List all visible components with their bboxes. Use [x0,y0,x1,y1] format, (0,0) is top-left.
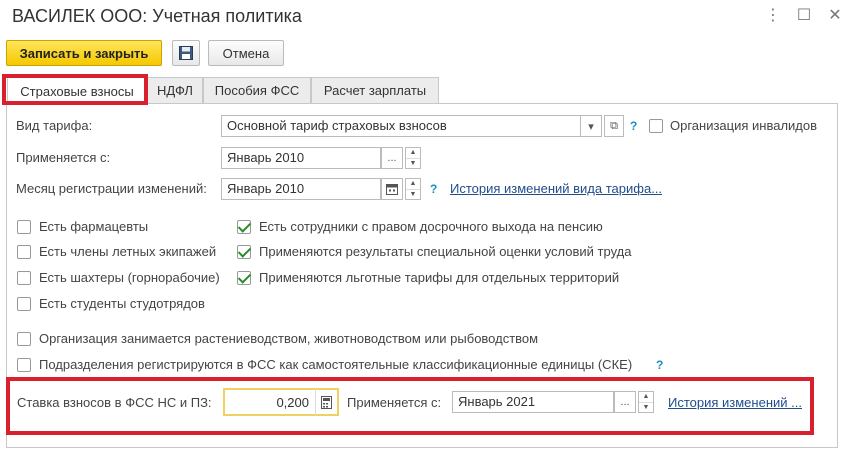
students-checkbox[interactable] [17,297,31,311]
spin-up-icon[interactable]: ▲ [406,179,420,189]
applies-from-label: Применяется с: [16,150,111,165]
flight-crew-label: Есть члены летных экипажей [39,244,217,259]
tab-fss-benefits[interactable]: Пособия ФСС [203,77,311,103]
territory-tariffs-label: Применяются льготные тарифы для отдельны… [259,270,620,285]
miners-label: Есть шахтеры (горнорабочие) [39,270,220,285]
tariff-history-link[interactable]: История изменений вида тарифа... [450,181,662,197]
early-retirement-checkbox[interactable] [237,220,251,234]
reg-month-input[interactable]: Январь 2010 [221,178,381,200]
disabled-org-checkbox[interactable] [649,119,663,133]
spin-down-icon[interactable]: ▼ [406,189,420,200]
pharmacists-label: Есть фармацевты [39,219,149,234]
fss-highlight-box [6,377,814,435]
early-retirement-label: Есть сотрудники с правом досрочного выхо… [259,219,603,234]
applies-from-input[interactable]: Январь 2010 [221,147,381,169]
territory-tariffs-checkbox[interactable] [237,271,251,285]
flight-crew-checkbox[interactable] [17,245,31,259]
reg-month-spinner[interactable]: ▲ ▼ [405,178,421,200]
spin-up-icon[interactable]: ▲ [406,148,420,158]
tab-highlight-box [2,74,148,105]
tab-ndfl[interactable]: НДФЛ [147,77,203,103]
window-title: ВАСИЛЕК ООО: Учетная политика [12,6,302,26]
applies-from-select-button[interactable]: ... [381,147,403,169]
tariff-dropdown-icon[interactable]: ▾ [580,115,602,137]
special-assessment-checkbox[interactable] [237,245,251,259]
more-menu-icon[interactable]: ⋮ [764,6,782,26]
applies-from-spinner[interactable]: ▲ ▼ [405,147,421,169]
agriculture-label: Организация занимается растениеводством,… [39,331,539,346]
ske-checkbox[interactable] [17,358,31,372]
special-assessment-label: Применяются результаты специальной оценк… [259,244,632,259]
pharmacists-checkbox[interactable] [17,220,31,234]
maximize-icon[interactable]: ☐ [795,6,813,26]
close-icon[interactable]: ✕ [826,6,844,26]
save-button[interactable] [172,40,200,66]
reg-month-label: Месяц регистрации изменений: [16,181,207,196]
ske-label: Подразделения регистрируются в ФСС как с… [39,357,633,372]
miners-checkbox[interactable] [17,271,31,285]
tariff-help-icon[interactable]: ? [630,118,637,134]
calendar-icon[interactable] [381,178,403,200]
disabled-org-label: Организация инвалидов [670,118,818,133]
floppy-disk-icon [179,46,193,60]
open-tariff-icon[interactable]: ⧉ [604,115,624,137]
save-and-close-button[interactable]: Записать и закрыть [6,40,162,66]
tab-payroll[interactable]: Расчет зарплаты [311,77,439,103]
students-label: Есть студенты студотрядов [39,296,205,311]
ske-help-icon[interactable]: ? [656,357,663,373]
reg-month-help-icon[interactable]: ? [430,181,437,197]
spin-down-icon[interactable]: ▼ [406,158,420,169]
tariff-select[interactable]: Основной тариф страховых взносов [221,115,581,137]
agriculture-checkbox[interactable] [17,332,31,346]
cancel-button[interactable]: Отмена [208,40,284,66]
tariff-label: Вид тарифа: [16,118,93,133]
